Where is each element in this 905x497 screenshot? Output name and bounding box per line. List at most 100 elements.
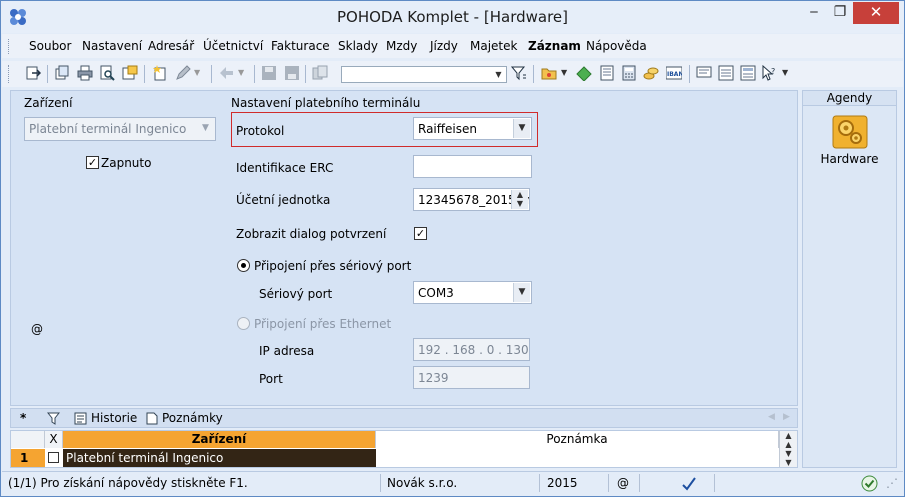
calculator-icon[interactable] — [621, 65, 637, 81]
at-symbol: @ — [31, 322, 43, 336]
duplicate-icon[interactable] — [312, 65, 328, 81]
svg-text:?: ? — [771, 67, 775, 76]
menu-fakturace[interactable]: Fakturace — [271, 39, 330, 53]
folder-dropdown-icon[interactable]: ▼ — [561, 68, 577, 84]
menu-majetek[interactable]: Majetek — [470, 39, 517, 53]
column-header-x[interactable]: X — [45, 431, 63, 448]
back-dropdown-icon[interactable]: ▼ — [238, 68, 254, 84]
quick-search-combo[interactable]: ▼ — [341, 66, 507, 83]
history-icon — [74, 412, 87, 425]
status-at[interactable]: @ — [617, 476, 629, 490]
minimize-button[interactable]: ‒ — [801, 2, 827, 24]
filter-icon[interactable] — [47, 412, 60, 425]
restore-button[interactable]: ❐ — [827, 2, 853, 24]
ip-input: 192 . 168 . 0 . 130 — [413, 338, 530, 361]
save-icon[interactable] — [261, 65, 277, 81]
chevron-down-icon[interactable]: ▼ — [513, 119, 530, 138]
agendy-hardware-label[interactable]: Hardware — [803, 152, 896, 166]
new-record-icon[interactable] — [152, 65, 168, 81]
menu-nastaveni[interactable]: Nastavení — [82, 39, 142, 53]
combo-dropdown-icon[interactable]: ▼ — [492, 68, 505, 81]
folder-star-icon[interactable] — [541, 65, 557, 81]
menu-adresar[interactable]: Adresář — [148, 39, 194, 53]
ok-status-icon[interactable] — [861, 475, 878, 492]
menu-napoveda[interactable]: Nápověda — [586, 39, 647, 53]
agendy-panel: Agendy Hardware — [802, 90, 897, 468]
document-list-icon[interactable] — [599, 65, 615, 81]
chevron-down-icon: ▼ — [197, 119, 214, 138]
serial-port-select[interactable]: COM3 ▼ — [413, 281, 532, 304]
ethernet-radio[interactable] — [237, 317, 250, 330]
jednotka-input[interactable]: 12345678_2015.m ▲ ▼ — [413, 188, 530, 211]
status-company[interactable]: Novák s.r.o. — [387, 476, 457, 490]
coins-icon[interactable] — [643, 65, 659, 81]
dialog-label: Zobrazit dialog potvrzení — [236, 227, 387, 241]
zarizeni-label: Zařízení — [24, 96, 73, 110]
edit-dropdown-icon[interactable]: ▼ — [194, 68, 210, 84]
menu-sklady[interactable]: Sklady — [338, 39, 378, 53]
section-title: Nastavení platebního terminálu — [231, 96, 421, 110]
check-pen-icon[interactable] — [681, 476, 697, 492]
cancel-changes-icon[interactable] — [284, 65, 300, 81]
hardware-gears-icon[interactable] — [832, 115, 868, 149]
agendy-header: Agendy — [803, 91, 896, 106]
dialog-checkbox[interactable]: ✓ — [414, 227, 427, 240]
serial-radio[interactable] — [237, 259, 250, 272]
protokol-label: Protokol — [236, 124, 285, 138]
menu-ucetnictvi[interactable]: Účetnictví — [203, 39, 263, 53]
money-icon[interactable] — [576, 65, 592, 81]
erc-input[interactable] — [413, 155, 532, 178]
tab-historie[interactable]: Historie — [91, 411, 137, 425]
spinner-icon[interactable]: ▲ ▼ — [511, 190, 528, 209]
copy-doc-icon[interactable] — [54, 65, 70, 81]
status-year[interactable]: 2015 — [547, 476, 578, 490]
print-preview-icon[interactable] — [99, 65, 115, 81]
agenda-grid: X Zařízení Poznámka 1 Platební terminál … — [10, 430, 798, 468]
ip-label: IP adresa — [259, 344, 315, 358]
report-icon[interactable] — [122, 65, 138, 81]
list-view-icon[interactable] — [718, 65, 734, 81]
serial-port-label: Sériový port — [259, 287, 333, 301]
menu-zaznam[interactable]: Záznam — [528, 39, 581, 53]
resize-grip-icon[interactable]: ⋰ — [886, 476, 898, 490]
help-dropdown-icon[interactable]: ▼ — [782, 68, 798, 84]
row-number[interactable]: 1 — [11, 449, 45, 467]
column-header-zarizeni[interactable]: Zařízení — [63, 431, 376, 448]
grid-scrollbar[interactable]: ▲ ▲ ▼ ▼ — [779, 431, 797, 467]
menu-soubor[interactable]: Soubor — [29, 39, 71, 53]
serial-radio-label: Připojení přes sériový port — [254, 259, 412, 273]
iban-icon[interactable]: IBAN — [666, 65, 682, 81]
zapnuto-checkbox[interactable]: ✓ — [86, 156, 99, 169]
menu-jizdy[interactable]: Jízdy — [430, 39, 458, 53]
svg-text:IBAN: IBAN — [667, 71, 682, 78]
message-icon[interactable] — [696, 65, 712, 81]
port-input: 1239 — [413, 366, 530, 389]
close-button[interactable]: ✕ — [853, 2, 899, 24]
scroll-tabs-right-icon[interactable]: ▶ — [783, 412, 790, 422]
scroll-tabs-left-icon[interactable]: ◀ — [768, 412, 775, 422]
tab-star[interactable]: * — [20, 411, 26, 425]
row-number-header — [11, 431, 45, 448]
erc-label: Identifikace ERC — [236, 161, 334, 175]
zarizeni-select: Platební terminál Ingenico ▼ — [24, 117, 216, 141]
help-cursor-icon[interactable]: ? — [761, 65, 777, 81]
edit-record-icon[interactable] — [175, 65, 191, 81]
menu-grip[interactable] — [8, 39, 11, 54]
row-x-checkbox[interactable] — [48, 452, 59, 463]
status-help-text: (1/1) Pro získání nápovědy stiskněte F1. — [8, 476, 248, 490]
table-row[interactable]: Platební terminál Ingenico — [63, 449, 376, 467]
back-arrow-icon[interactable] — [218, 65, 234, 81]
toolbar-grip[interactable] — [8, 65, 11, 83]
print-icon[interactable] — [77, 65, 93, 81]
chevron-down-icon[interactable]: ▼ — [513, 283, 530, 302]
menu-mzdy[interactable]: Mzdy — [386, 39, 417, 53]
protokol-select-value: Raiffeisen — [418, 122, 477, 136]
tab-poznamky[interactable]: Poznámky — [162, 411, 223, 425]
form-view-icon[interactable] — [740, 65, 756, 81]
column-header-poznamka[interactable]: Poznámka — [376, 431, 779, 448]
switch-agenda-icon[interactable] — [25, 65, 41, 81]
filter-icon[interactable] — [511, 65, 527, 81]
serial-port-select-value: COM3 — [418, 286, 454, 300]
title-bar: POHODA Komplet - [Hardware] ‒ ❐ ✕ — [1, 1, 904, 33]
protokol-select[interactable]: Raiffeisen ▼ — [413, 117, 532, 140]
